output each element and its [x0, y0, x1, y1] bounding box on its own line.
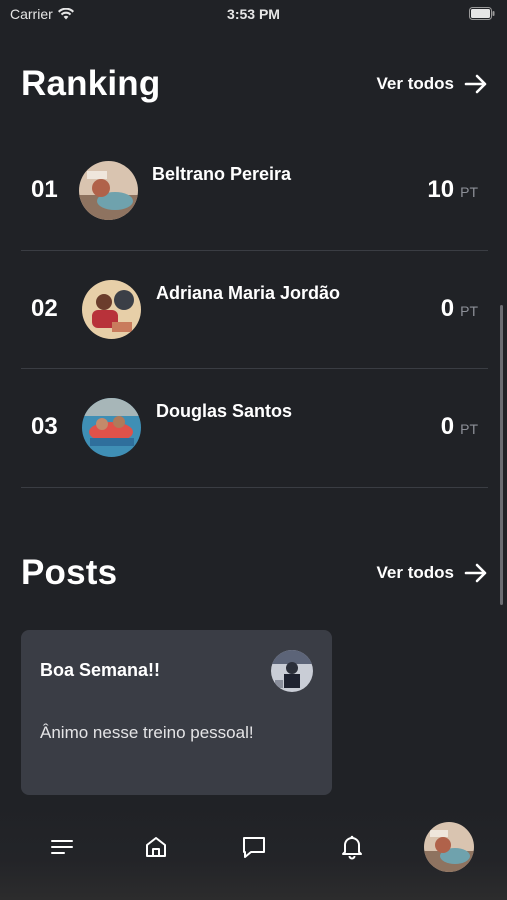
- post-card[interactable]: Boa Semana!! Ânimo nesse treino pessoal!: [21, 630, 332, 795]
- status-bar: Carrier 3:53 PM: [0, 0, 507, 28]
- score-unit: PT: [460, 184, 478, 200]
- bell-icon[interactable]: [327, 822, 377, 872]
- score-value: 0: [440, 413, 455, 440]
- scrollbar[interactable]: [500, 305, 503, 605]
- rank-position: 03: [31, 413, 58, 440]
- user-score: 0 PT: [441, 413, 478, 441]
- chat-icon[interactable]: [229, 822, 279, 872]
- see-all-label: Ver todos: [376, 563, 454, 582]
- menu-icon[interactable]: [37, 822, 87, 872]
- user-avatar: [82, 279, 141, 339]
- post-body: Ânimo nesse treino pessoal!: [40, 723, 254, 742]
- posts-see-all-link[interactable]: Ver todos: [377, 563, 488, 583]
- user-score: 10 PT: [427, 176, 478, 204]
- ranking-title: Ranking: [21, 64, 161, 103]
- ranking-see-all-link[interactable]: Ver todos: [377, 74, 488, 94]
- user-avatar: [82, 398, 141, 457]
- battery-icon: [469, 7, 495, 23]
- arrow-right-icon: [464, 563, 487, 583]
- score-value: 0: [440, 294, 455, 322]
- user-avatar: [79, 161, 138, 220]
- ranking-header: Ranking Ver todos: [21, 62, 488, 106]
- arrow-right-icon: [464, 74, 487, 94]
- score-unit: PT: [460, 302, 478, 319]
- user-name: Beltrano Pereira: [152, 164, 292, 184]
- rank-position: 02: [31, 294, 58, 322]
- profile-avatar[interactable]: [424, 822, 474, 872]
- ranking-list: 01 Beltrano Pereira 10 PT 02 Adriana Mar…: [21, 132, 488, 488]
- post-author-avatar: [271, 650, 313, 692]
- see-all-label: Ver todos: [376, 74, 454, 93]
- user-score: 0 PT: [441, 295, 478, 323]
- posts-header: Posts Ver todos: [21, 551, 488, 595]
- home-icon[interactable]: [131, 822, 181, 872]
- post-title: Boa Semana!!: [40, 660, 161, 680]
- user-name: Adriana Maria Jordão: [156, 282, 341, 303]
- score-unit: PT: [460, 421, 478, 437]
- score-value: 10: [427, 176, 455, 203]
- ranking-row[interactable]: 01 Beltrano Pereira 10 PT: [21, 132, 488, 251]
- ranking-row[interactable]: 02 Adriana Maria Jordão 0 PT: [21, 251, 488, 369]
- rank-position: 01: [31, 176, 58, 203]
- tab-bar: [0, 800, 507, 900]
- ranking-row[interactable]: 03 Douglas Santos 0 PT: [21, 369, 488, 488]
- posts-title: Posts: [21, 553, 118, 592]
- user-name: Douglas Santos: [156, 401, 293, 421]
- status-time: 3:53 PM: [227, 6, 280, 22]
